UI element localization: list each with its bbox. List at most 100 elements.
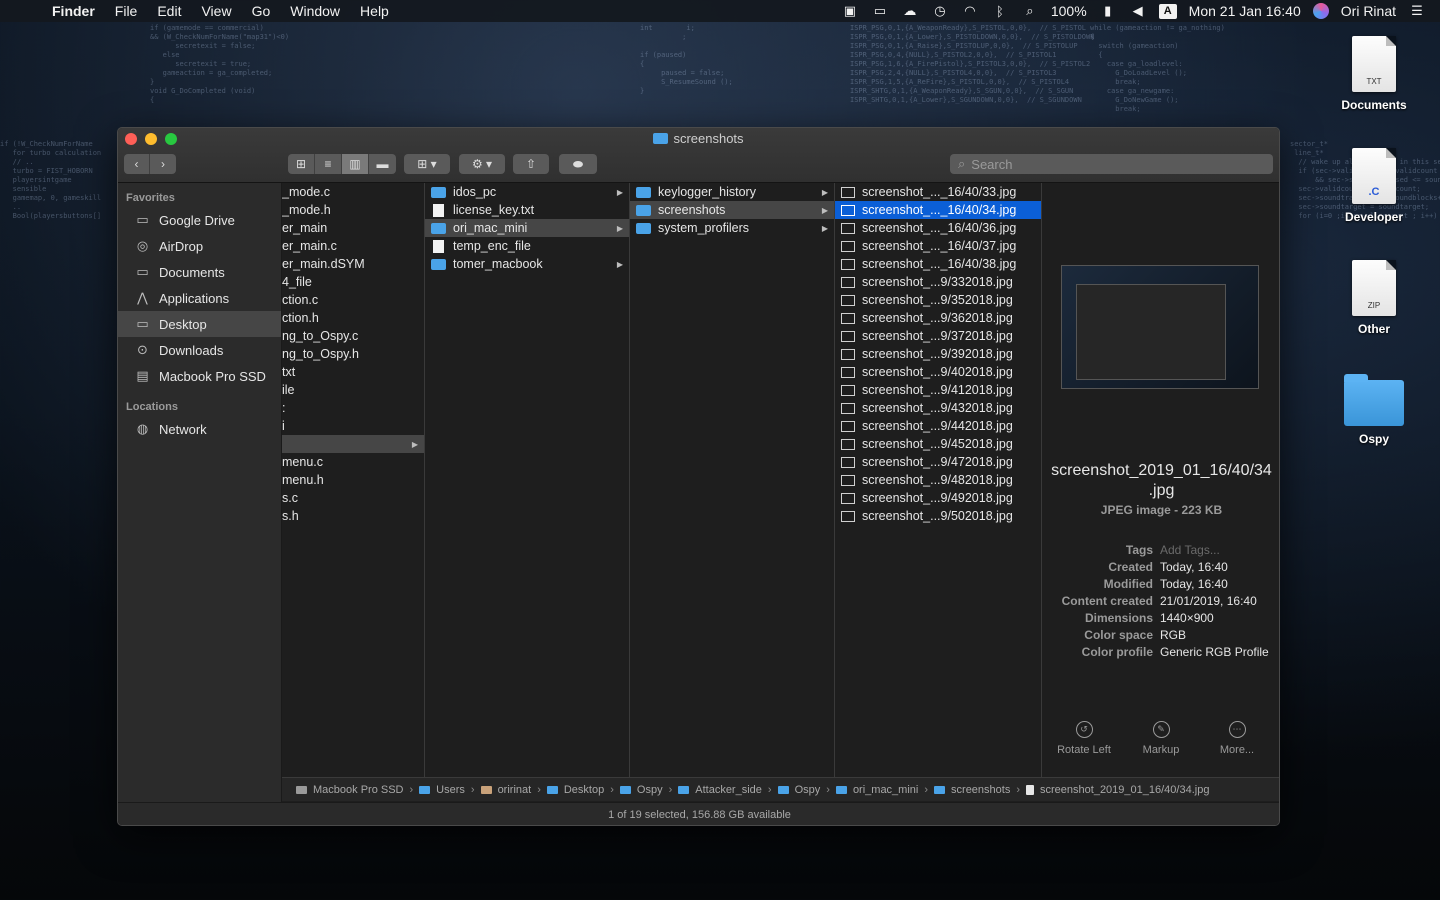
list-item[interactable]: ction.c <box>282 291 424 309</box>
list-item[interactable]: i <box>282 417 424 435</box>
breadcrumb-item[interactable]: screenshot_2019_01_16/40/34.jpg <box>1026 784 1209 796</box>
list-item[interactable]: screenshot_...9/502018.jpg <box>835 507 1041 525</box>
siri-icon[interactable] <box>1312 3 1329 19</box>
rotate-left-button[interactable]: ↺ Rotate Left <box>1044 721 1124 756</box>
sidebar-item-applications[interactable]: ⋀ Applications <box>118 285 281 311</box>
breadcrumb-item[interactable]: Ospy › <box>777 784 836 796</box>
list-item[interactable]: s.c <box>282 489 424 507</box>
breadcrumb-item[interactable]: Attacker_side › <box>678 784 777 796</box>
sidebar-item-documents[interactable]: ▭ Documents <box>118 259 281 285</box>
list-item[interactable]: s.h <box>282 507 424 525</box>
share-button[interactable]: ⇧ <box>513 154 549 174</box>
breadcrumb-item[interactable]: Users › <box>419 784 480 796</box>
list-item[interactable]: er_main <box>282 219 424 237</box>
list-item[interactable]: 4_file <box>282 273 424 291</box>
list-item[interactable]: temp_enc_file <box>425 237 629 255</box>
list-item[interactable]: system_profilers ▶ <box>630 219 834 237</box>
search-field[interactable]: ⌕ Search <box>950 154 1273 174</box>
user-name[interactable]: Ori Rinat <box>1341 3 1396 19</box>
list-item[interactable]: screenshot_...9/452018.jpg <box>835 435 1041 453</box>
menu-app-name[interactable]: Finder <box>40 3 105 19</box>
menu-help[interactable]: Help <box>350 3 399 19</box>
sidebar-item-google-drive[interactable]: ▭ Google Drive <box>118 207 281 233</box>
menu-file[interactable]: File <box>105 3 148 19</box>
column-view-button[interactable]: ▥ <box>342 154 369 174</box>
add-tags-field[interactable]: Add Tags... <box>1160 543 1220 557</box>
desktop-icon-documents[interactable]: TXT Documents <box>1314 36 1434 112</box>
list-item[interactable]: screenshot_...9/352018.jpg <box>835 291 1041 309</box>
list-item[interactable]: keylogger_history ▶ <box>630 183 834 201</box>
display-icon[interactable]: ▭ <box>871 3 889 18</box>
list-item[interactable]: screenshot_...9/432018.jpg <box>835 399 1041 417</box>
markup-button[interactable]: ✎ Markup <box>1121 721 1201 756</box>
list-item[interactable]: ng_to_Ospy.h <box>282 345 424 363</box>
list-item[interactable]: screenshot_...9/492018.jpg <box>835 489 1041 507</box>
list-item[interactable]: : <box>282 399 424 417</box>
time-machine-icon[interactable]: ◷ <box>931 3 949 18</box>
breadcrumb-item[interactable]: Ospy › <box>619 784 678 796</box>
menu-edit[interactable]: Edit <box>147 3 191 19</box>
input-source-icon[interactable]: A <box>1158 3 1177 19</box>
breadcrumb-item[interactable]: oririnat › <box>480 784 547 796</box>
bluetooth-icon[interactable]: ᛒ <box>991 4 1009 19</box>
list-item[interactable]: screenshot_...9/392018.jpg <box>835 345 1041 363</box>
list-item[interactable]: screenshot_...9/412018.jpg <box>835 381 1041 399</box>
list-item[interactable]: screenshot_..._16/40/34.jpg <box>835 201 1041 219</box>
list-item[interactable]: ori_mac_mini ▶ <box>425 219 629 237</box>
menu-window[interactable]: Window <box>280 3 350 19</box>
list-item[interactable]: screenshot_...9/482018.jpg <box>835 471 1041 489</box>
breadcrumb-item[interactable]: Desktop › <box>546 784 620 796</box>
list-item[interactable]: screenshot_...9/472018.jpg <box>835 453 1041 471</box>
breadcrumb-item[interactable]: Macbook Pro SSD › <box>296 784 419 796</box>
gallery-view-button[interactable]: ▬ <box>369 154 396 174</box>
list-item[interactable]: tomer_macbook ▶ <box>425 255 629 273</box>
desktop-icon-ospy[interactable]: Ospy <box>1314 374 1434 446</box>
list-item[interactable]: screenshot_..._16/40/33.jpg <box>835 183 1041 201</box>
forward-button[interactable]: › <box>150 154 176 174</box>
sidebar-item-airdrop[interactable]: ◎ AirDrop <box>118 233 281 259</box>
list-item[interactable]: screenshots ▶ <box>630 201 834 219</box>
notification-center-icon[interactable]: ☰ <box>1408 3 1426 18</box>
sidebar-item-network[interactable]: ◍ Network <box>118 416 281 442</box>
cloud-upload-icon[interactable]: ☁ <box>901 3 919 18</box>
tags-button[interactable]: ⬬ <box>559 154 597 174</box>
list-item[interactable]: ile <box>282 381 424 399</box>
group-by-button[interactable]: ⊞ ▾ <box>404 154 450 174</box>
spotlight-search-icon[interactable]: ⌕ <box>1021 3 1039 18</box>
wifi-icon[interactable]: ◠ <box>961 3 979 18</box>
sidebar-item-desktop[interactable]: ▭ Desktop <box>118 311 281 337</box>
list-item[interactable]: screenshot_...9/402018.jpg <box>835 363 1041 381</box>
list-item[interactable]: screenshot_...9/332018.jpg <box>835 273 1041 291</box>
list-item[interactable]: menu.c <box>282 453 424 471</box>
list-item[interactable]: er_main.c <box>282 237 424 255</box>
list-item[interactable]: menu.h <box>282 471 424 489</box>
desktop-icon-other[interactable]: ZIP Other <box>1314 260 1434 336</box>
list-item[interactable]: ng_to_Ospy.c <box>282 327 424 345</box>
notification-icon[interactable]: ▣ <box>841 3 859 18</box>
breadcrumb-item[interactable]: screenshots › <box>934 784 1026 796</box>
list-item[interactable]: screenshot_..._16/40/38.jpg <box>835 255 1041 273</box>
icon-view-button[interactable]: ⊞ <box>288 154 315 174</box>
list-item[interactable]: screenshot_..._16/40/37.jpg <box>835 237 1041 255</box>
list-item[interactable]: license_key.txt <box>425 201 629 219</box>
menu-go[interactable]: Go <box>242 3 281 19</box>
list-view-button[interactable]: ≡ <box>315 154 342 174</box>
list-item[interactable]: ction.h <box>282 309 424 327</box>
list-item[interactable]: screenshot_...9/372018.jpg <box>835 327 1041 345</box>
list-item[interactable]: idos_pc ▶ <box>425 183 629 201</box>
list-item[interactable]: er_main.dSYM <box>282 255 424 273</box>
more-button[interactable]: ⋯ More... <box>1197 721 1277 756</box>
list-item[interactable]: screenshot_...9/442018.jpg <box>835 417 1041 435</box>
desktop-icon-developer[interactable]: .C Developer <box>1314 148 1434 224</box>
volume-icon[interactable]: ◀ <box>1129 3 1147 18</box>
breadcrumb-item[interactable]: ori_mac_mini › <box>835 784 934 796</box>
action-button[interactable]: ⚙ ▾ <box>459 154 505 174</box>
battery-icon[interactable]: ▮ <box>1099 3 1117 18</box>
list-item[interactable]: screenshot_...9/362018.jpg <box>835 309 1041 327</box>
list-item[interactable]: _mode.c <box>282 183 424 201</box>
sidebar-item-downloads[interactable]: ⊙ Downloads <box>118 337 281 363</box>
clock[interactable]: Mon 21 Jan 16:40 <box>1189 3 1301 19</box>
list-item[interactable]: txt <box>282 363 424 381</box>
list-item[interactable]: _mode.h <box>282 201 424 219</box>
list-item[interactable]: ▶ <box>282 435 424 453</box>
